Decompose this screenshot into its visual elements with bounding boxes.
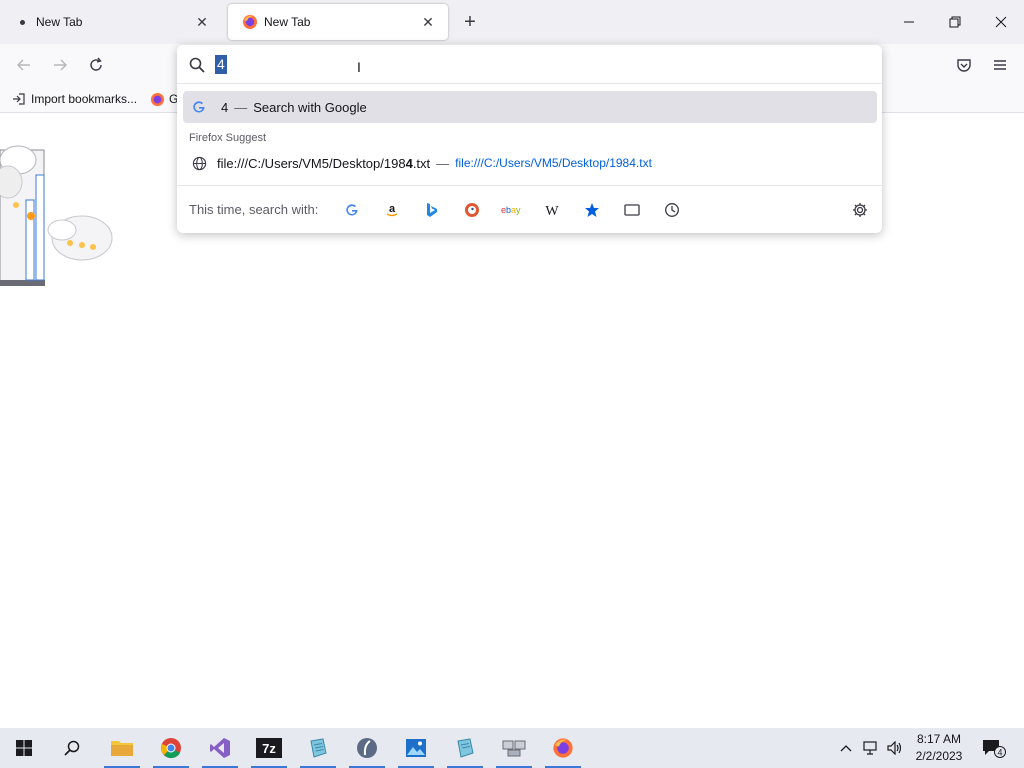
- notepad-app-icon[interactable]: [294, 728, 342, 768]
- suggestion-action: Search with Google: [253, 99, 367, 115]
- chevron-up-icon[interactable]: [836, 738, 856, 758]
- newtab-illustration: [0, 130, 115, 290]
- text-cursor-icon: I: [357, 59, 361, 75]
- one-off-search-engines: This time, search with: a ebay W: [177, 185, 882, 233]
- close-tab-icon[interactable]: ✕: [192, 12, 212, 32]
- suggestion-query: 4: [221, 99, 229, 115]
- visual-studio-icon[interactable]: [196, 728, 244, 768]
- history-icon[interactable]: [652, 196, 692, 224]
- photos-icon[interactable]: [392, 728, 440, 768]
- tab-new-tab-1[interactable]: New Tab ✕: [0, 4, 222, 40]
- address-input-value: 4: [215, 55, 227, 74]
- tab-loading-dot-icon: [14, 14, 30, 30]
- google-icon: [191, 99, 207, 115]
- notifications-icon[interactable]: 4: [980, 738, 1008, 758]
- tab-title: New Tab: [36, 15, 83, 29]
- file-explorer-icon[interactable]: [98, 728, 146, 768]
- duckduckgo-icon[interactable]: [452, 196, 492, 224]
- start-windows-icon[interactable]: [0, 728, 48, 768]
- wikipedia-icon[interactable]: W: [532, 196, 572, 224]
- bookmark-label: Import bookmarks...: [31, 92, 138, 106]
- volume-icon[interactable]: [884, 738, 906, 758]
- windows-taskbar: 7z 8:17 AM 2/2/2023 4: [0, 728, 1024, 768]
- svg-text:7z: 7z: [262, 741, 276, 756]
- search-icon: [188, 56, 206, 74]
- new-tab-plus-icon[interactable]: +: [458, 10, 482, 34]
- forward-arrow-icon[interactable]: [47, 52, 73, 78]
- svg-text:a: a: [389, 203, 396, 215]
- network-app-icon[interactable]: [490, 728, 538, 768]
- close-tab-icon[interactable]: ✕: [418, 12, 438, 32]
- network-icon[interactable]: [860, 738, 882, 758]
- suggest-group-label: Firefox Suggest: [189, 132, 267, 144]
- globe-icon: [191, 155, 207, 171]
- svg-text:W: W: [546, 204, 560, 217]
- clock-time: 8:17 AM: [916, 732, 962, 746]
- notification-count: 4: [997, 748, 1002, 758]
- gear-icon[interactable]: [848, 198, 872, 222]
- search-icon[interactable]: [48, 728, 96, 768]
- reload-icon[interactable]: [83, 52, 109, 78]
- media-app-icon[interactable]: [343, 728, 391, 768]
- ebay-icon[interactable]: ebay: [492, 196, 532, 224]
- bookmark-item[interactable]: G: [150, 90, 178, 108]
- suggestion-search-google[interactable]: 4 — Search with Google: [183, 91, 877, 123]
- suggestion-file-title-prefix: file:///C:/Users/VM5/Desktop/198: [217, 155, 406, 171]
- tab-strip: New Tab ✕ New Tab ✕ +: [0, 0, 1024, 44]
- clock-date: 2/2/2023: [915, 749, 963, 763]
- notepad-app-icon[interactable]: [441, 728, 489, 768]
- import-bookmarks-link[interactable]: Import bookmarks...: [12, 90, 137, 108]
- suggestion-separator: —: [436, 155, 450, 171]
- tab-new-tab-2[interactable]: New Tab ✕: [228, 4, 448, 40]
- suggestion-file-title-match: 4: [405, 155, 413, 171]
- back-arrow-icon[interactable]: [11, 52, 37, 78]
- bookmarks-star-icon[interactable]: [572, 196, 612, 224]
- urlbar-dropdown: 4 I 4 — Search with Google Firefox Sugge…: [177, 45, 882, 233]
- suggestion-file[interactable]: file:///C:/Users/VM5/Desktop/198 4 .txt — …: [183, 151, 877, 175]
- suggestion-file-url: file:///C:/Users/VM5/Desktop/1984.txt: [455, 156, 652, 170]
- firefox-icon[interactable]: [539, 728, 587, 768]
- tabs-icon[interactable]: [612, 196, 652, 224]
- firefox-icon: [242, 14, 258, 30]
- 7zip-icon[interactable]: 7z: [245, 728, 293, 768]
- menu-hamburger-icon[interactable]: [987, 52, 1013, 78]
- svg-text:y: y: [516, 205, 521, 215]
- import-arrow-icon: [12, 92, 26, 106]
- tab-title: New Tab: [264, 15, 311, 29]
- amazon-icon[interactable]: a: [372, 196, 412, 224]
- pocket-icon[interactable]: [951, 52, 977, 78]
- suggestion-separator: —: [234, 99, 248, 115]
- firefox-icon: [150, 92, 165, 107]
- chrome-icon[interactable]: [147, 728, 195, 768]
- bing-icon[interactable]: [412, 196, 452, 224]
- restore-icon[interactable]: [941, 8, 969, 36]
- close-window-icon[interactable]: [987, 8, 1015, 36]
- suggestion-file-title-suffix: .txt: [412, 155, 431, 171]
- address-input[interactable]: 4 I: [177, 45, 882, 84]
- one-off-label: This time, search with:: [189, 202, 319, 217]
- minimize-icon[interactable]: [895, 8, 923, 36]
- system-clock[interactable]: 8:17 AM 2/2/2023: [908, 731, 970, 765]
- google-icon[interactable]: [332, 196, 372, 224]
